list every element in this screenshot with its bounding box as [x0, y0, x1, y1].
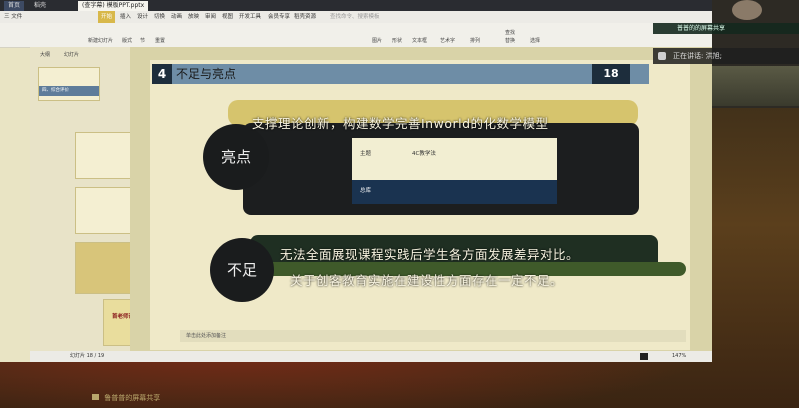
wps-window: 首页 稻壳 (查字幕) 模板PPT.pptx 三 文件 开始 插入 设计 切换 … [0, 0, 712, 362]
menu-review[interactable]: 审阅 [205, 11, 216, 23]
replace-button[interactable]: 替换 [505, 37, 515, 45]
notes-field[interactable]: 单击此处添加备注 [180, 330, 686, 342]
textbox-button[interactable]: 文本框 [412, 37, 427, 45]
highlight-text: 支撑理论创新，构建数学完善Inworld的化数学模型 [252, 116, 549, 131]
slide-thumbnail-pane: 大纲 幻灯片 四、综合评价 首老师课堂总结 [30, 47, 175, 352]
picture-button[interactable]: 图片 [372, 37, 382, 45]
page-badge: 18 [592, 64, 630, 84]
screen-share-icon [92, 394, 99, 400]
highlight-badge: 亮点 [203, 124, 269, 190]
menu-design[interactable]: 设计 [137, 11, 148, 23]
menu-member[interactable]: 会员专享 [268, 11, 290, 23]
slide-thumbnail[interactable] [75, 242, 137, 294]
section-number: 4 [152, 64, 172, 84]
shortcoming-badge: 不足 [210, 238, 274, 302]
menu-start[interactable]: 开始 [98, 11, 116, 23]
shortcoming-line-2: 关于创客教育实施在建设性方面存在一定不足。 [290, 273, 564, 288]
tab-daoke[interactable]: 稻壳 [30, 1, 50, 11]
embedded-table: 主题 4C教学法 总库 [352, 138, 557, 204]
video-feed [712, 66, 799, 106]
title-bar: 首页 稻壳 (查字幕) 模板PPT.pptx [0, 0, 712, 11]
tab-slides[interactable]: 幻灯片 [64, 51, 79, 59]
tab-outline[interactable]: 大纲 [40, 51, 50, 59]
tab-home[interactable]: 首页 [4, 1, 25, 11]
slide-thumbnail[interactable] [75, 132, 137, 179]
shape-button[interactable]: 形状 [392, 37, 402, 45]
menu-slideshow[interactable]: 放映 [188, 11, 199, 23]
section-button[interactable]: 节 [140, 37, 145, 45]
menu-developer[interactable]: 开发工具 [239, 11, 261, 23]
table-row-label: 总库 [360, 188, 372, 194]
menu-insert[interactable]: 插入 [120, 11, 131, 23]
ribbon-search[interactable]: 查找命令、搜索模板 [330, 11, 380, 23]
bottom-share-caption: 鲁普普的屏幕共享 [92, 393, 160, 403]
speaker-indicator: 正在讲话: 洪旭; [653, 48, 799, 64]
share-label: 普普的的屏幕共享 [677, 25, 726, 32]
slide-thumbnail[interactable] [75, 187, 137, 234]
slide-thumbnail[interactable]: 四、综合评价 [38, 67, 100, 101]
thumb-label: 四、综合评价 [42, 88, 69, 93]
avatar [732, 0, 762, 20]
reset-button[interactable]: 重置 [155, 37, 165, 45]
bottom-caption-text: 鲁普普的屏幕共享 [104, 394, 161, 402]
menu-file[interactable]: 三 文件 [4, 11, 22, 23]
section-title: 不足与亮点 [176, 67, 237, 81]
wordart-button[interactable]: 艺术字 [440, 37, 455, 45]
arrange-button[interactable]: 排列 [470, 37, 480, 45]
ribbon: 新建幻灯片 版式 节 重置 图片 形状 文本框 艺术字 排列 查找 替换 选择 [0, 23, 712, 48]
menu-transition[interactable]: 切换 [154, 11, 165, 23]
shortcoming-line-1: 无法全面展现课程实践后学生各方面发展差异对比。 [280, 247, 580, 262]
table-label: 4C教学法 [412, 151, 436, 157]
tab-document[interactable]: (查字幕) 模板PPT.pptx [78, 1, 149, 11]
menu-animation[interactable]: 动画 [171, 11, 182, 23]
play-icon[interactable] [640, 353, 648, 360]
find-button[interactable]: 查找 [505, 29, 515, 37]
table-label: 主题 [360, 151, 372, 157]
menu-daoke-resources[interactable]: 稻壳资源 [294, 11, 316, 23]
new-slide-button[interactable]: 新建幻灯片 [88, 37, 113, 45]
microphone-icon [658, 52, 666, 60]
share-title-bar: 普普的的屏幕共享 [653, 23, 799, 34]
select-button[interactable]: 选择 [530, 37, 540, 45]
layout-button[interactable]: 版式 [122, 37, 132, 45]
menu-view[interactable]: 视图 [222, 11, 233, 23]
slide-count: 幻灯片 18 / 19 [70, 353, 105, 359]
status-bar: 幻灯片 18 / 19 147% [30, 351, 712, 362]
zoom-level[interactable]: 147% [672, 351, 686, 362]
